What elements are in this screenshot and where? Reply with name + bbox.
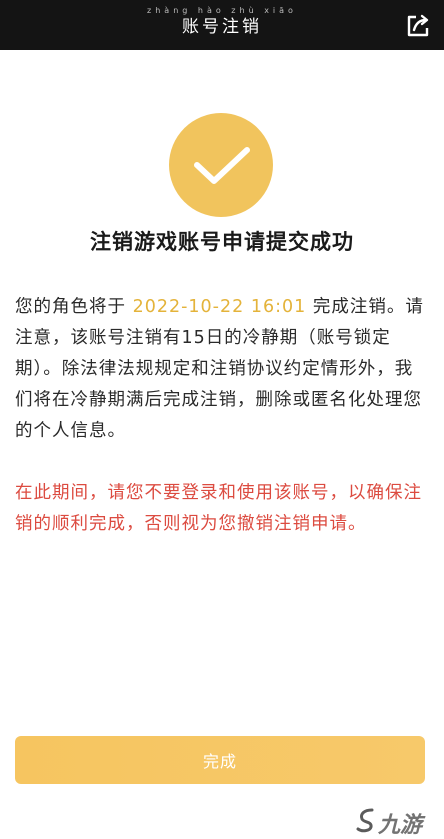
- success-headline: 注销游戏账号申请提交成功: [90, 230, 354, 254]
- checkmark-icon: [194, 147, 250, 184]
- page-title: 账号注销: [182, 17, 262, 37]
- share-button[interactable]: [404, 12, 432, 40]
- notice-text: 您的角色将于 2022-10-22 16:01 完成注销。请注意，该账号注销有1…: [15, 292, 429, 447]
- share-icon: [407, 14, 429, 37]
- deletion-datetime: 2022-10-22 16:01: [132, 297, 307, 317]
- watermark-text: 九游: [378, 813, 423, 838]
- notice-prefix: 您的角色将于: [15, 297, 133, 317]
- notice-suffix: 完成注销。请注意，该账号注销有15日的冷静期（账号锁定期）。除法律法规规定和注销…: [15, 297, 424, 441]
- success-badge: [169, 113, 273, 217]
- site-watermark: 九游: [352, 805, 436, 838]
- title-wrap: zhàng hào zhù xiāo 账号注销: [0, 6, 444, 38]
- warning-text: 在此期间，请您不要登录和使用该账号，以确保注销的顺利完成，否则视为您撤销注销申请…: [15, 483, 422, 534]
- top-bar: zhàng hào zhù xiāo 账号注销: [0, 0, 444, 50]
- title-ruby: zhàng hào zhù xiāo: [147, 6, 297, 15]
- done-button[interactable]: 完成: [15, 736, 425, 784]
